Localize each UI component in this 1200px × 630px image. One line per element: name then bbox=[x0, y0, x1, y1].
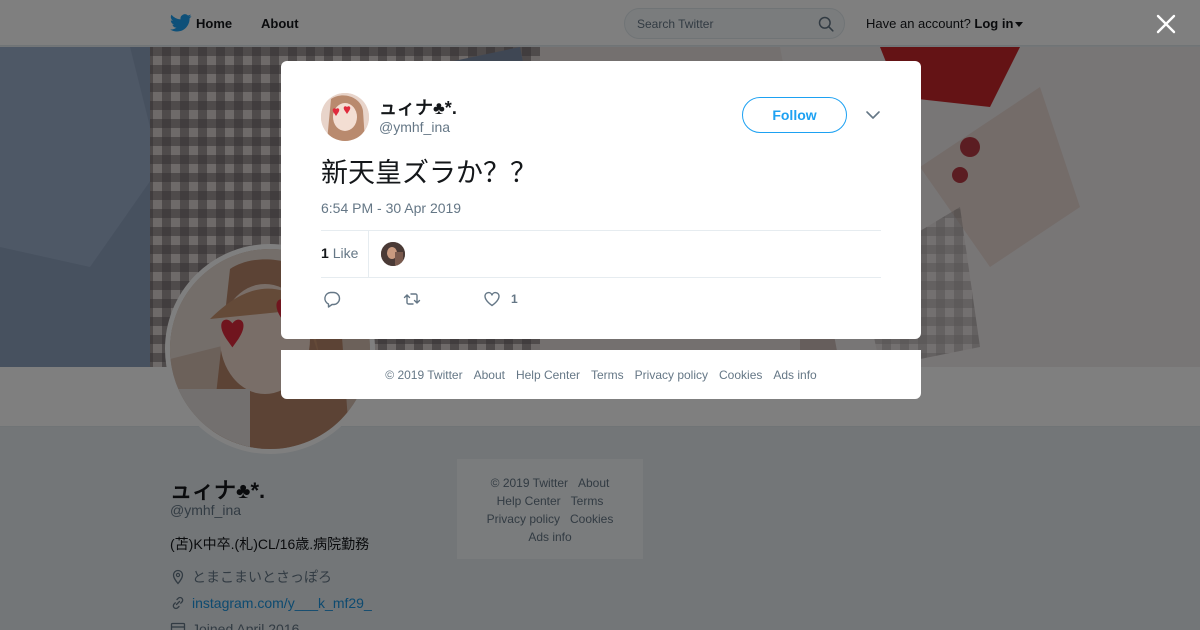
footer-cookies-link[interactable]: Cookies bbox=[719, 368, 762, 382]
retweet-button[interactable] bbox=[403, 290, 421, 308]
like-stat-label: Like bbox=[332, 245, 359, 261]
footer-terms-link[interactable]: Terms bbox=[591, 368, 624, 382]
tweet-author-name[interactable]: ュィナ♣*. bbox=[379, 94, 457, 120]
footer-copyright: © 2019 Twitter bbox=[385, 367, 463, 382]
tweet-modal: ュィナ♣*. @ymhf_ina Follow 新天皇ズラか？？ 6:54 PM… bbox=[281, 61, 921, 339]
chevron-down-icon[interactable] bbox=[865, 109, 881, 121]
divider bbox=[368, 231, 369, 277]
divider bbox=[321, 230, 881, 231]
reply-button[interactable] bbox=[323, 290, 341, 308]
tweet-like-stats[interactable]: 1 Like bbox=[321, 245, 358, 261]
like-stat-count: 1 bbox=[321, 245, 329, 261]
tweet-author-avatar[interactable] bbox=[321, 93, 369, 141]
tweet-author-handle[interactable]: @ymhf_ina bbox=[379, 119, 450, 135]
follow-button[interactable]: Follow bbox=[742, 97, 847, 133]
tweet-timestamp[interactable]: 6:54 PM - 30 Apr 2019 bbox=[321, 200, 461, 216]
reply-icon bbox=[324, 291, 341, 308]
like-action-count: 1 bbox=[511, 292, 518, 306]
tweet-text: 新天皇ズラか？？ bbox=[321, 158, 537, 188]
close-icon[interactable] bbox=[1154, 12, 1178, 36]
like-button[interactable]: 1 bbox=[483, 290, 518, 308]
heart-icon bbox=[484, 291, 500, 307]
footer-about-link[interactable]: About bbox=[474, 368, 505, 382]
liker-avatar[interactable] bbox=[381, 242, 405, 266]
footer-privacy-link[interactable]: Privacy policy bbox=[635, 368, 708, 382]
footer-help-link[interactable]: Help Center bbox=[516, 368, 580, 382]
retweet-icon bbox=[403, 293, 421, 305]
divider bbox=[321, 277, 881, 278]
footer-ads-link[interactable]: Ads info bbox=[773, 368, 816, 382]
modal-footer: © 2019 Twitter About Help Center Terms P… bbox=[281, 350, 921, 399]
